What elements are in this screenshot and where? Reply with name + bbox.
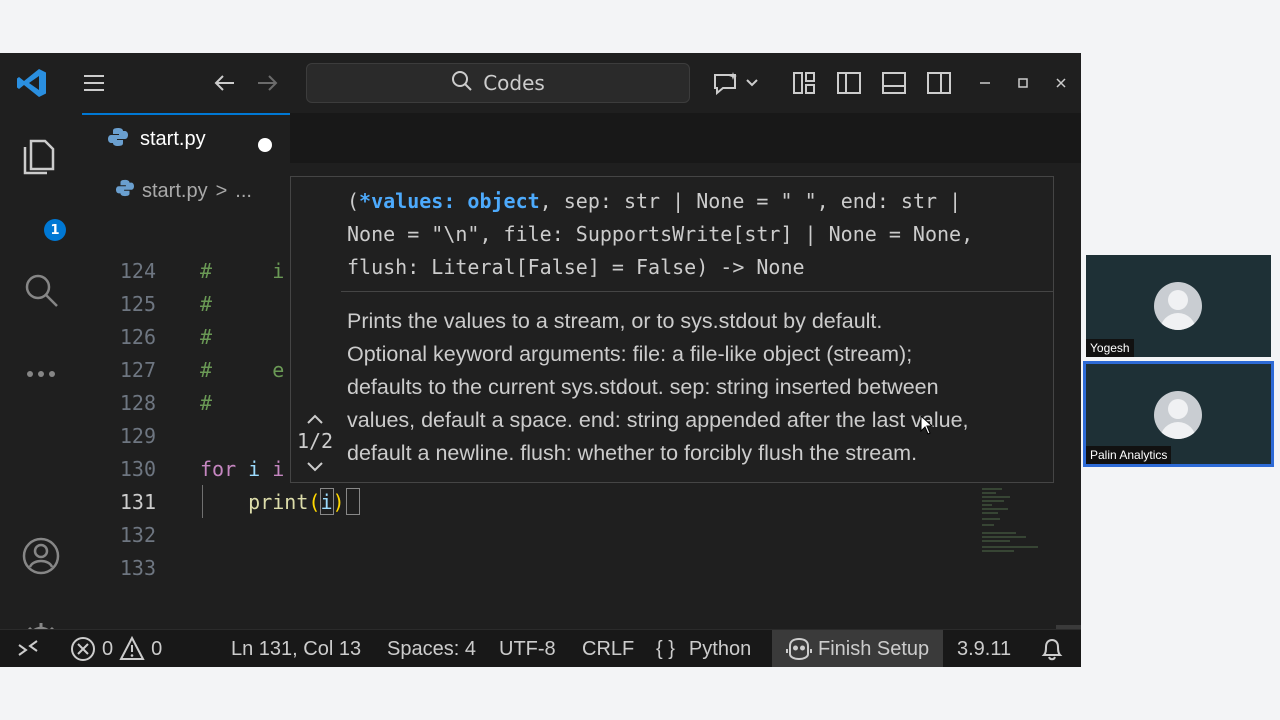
remote-indicator[interactable] [16, 630, 40, 667]
line-number: 124 [119, 258, 156, 283]
participant-name: Palin Analytics [1086, 446, 1172, 464]
doc-line: values, default a space. end: string app… [347, 408, 969, 432]
line-code: # [200, 291, 213, 316]
maximize-icon[interactable] [1010, 67, 1036, 99]
close-icon[interactable] [1048, 67, 1074, 99]
line-number: 131 [119, 489, 156, 514]
menu-icon[interactable] [78, 67, 110, 99]
command-center-search[interactable]: Codes [306, 63, 690, 103]
forward-arrow-icon[interactable] [252, 67, 284, 99]
mouse-cursor-icon [920, 414, 934, 439]
copilot-chat-icon[interactable] [708, 67, 764, 99]
status-bar: 0 0 Ln 131, Col 13 Spaces: 4 UTF-8 CRLF … [0, 629, 1081, 667]
participant-tile-yogesh[interactable]: Yogesh [1086, 255, 1271, 357]
line-number: 130 [119, 456, 156, 481]
code-line[interactable]: 133 [82, 551, 982, 584]
line-number: 129 [119, 423, 156, 448]
activity-bar: 1 [0, 113, 82, 657]
minimize-icon[interactable] [972, 67, 998, 99]
code-line[interactable]: 132 [82, 518, 982, 551]
bracket-highlight-close [346, 488, 360, 515]
search-label: Codes [483, 71, 545, 95]
line-number: 133 [119, 555, 156, 580]
line-code-for: for i i [200, 456, 285, 481]
search-icon[interactable] [20, 269, 62, 311]
language-mode[interactable]: { } Python [656, 630, 751, 667]
function-signature: (*values: object, sep: str | None = " ",… [347, 185, 1047, 284]
explorer-badge: 1 [44, 219, 66, 241]
more-icon[interactable] [20, 353, 62, 395]
search-icon [451, 70, 473, 97]
vscode-window: Codes 1 start.py start.py > ... 124 # i … [0, 53, 1081, 667]
remote-icon [18, 640, 38, 656]
explorer-icon[interactable] [20, 133, 62, 175]
doc-line: default a newline. flush: whether to for… [347, 441, 918, 465]
title-bar: Codes [0, 53, 1081, 113]
toggle-panel-icon[interactable] [878, 67, 910, 99]
problems-indicator[interactable]: 0 0 [70, 630, 162, 667]
vscode-logo-icon [14, 65, 50, 101]
back-arrow-icon[interactable] [208, 67, 240, 99]
cursor-position[interactable]: Ln 131, Col 13 [231, 630, 361, 667]
error-count: 0 [102, 637, 114, 660]
braces-icon: { } [656, 637, 675, 660]
sig-line1-rest: , sep: str | None = " ", end: str | [539, 189, 962, 213]
chevron-up-icon[interactable] [291, 407, 339, 427]
participant-tile-palin-analytics[interactable]: Palin Analytics [1083, 361, 1274, 467]
accounts-icon[interactable] [20, 535, 62, 577]
indentation[interactable]: Spaces: 4 [387, 630, 476, 667]
python-interpreter[interactable]: 3.9.11 [957, 630, 1011, 667]
copilot-icon [786, 637, 812, 661]
line-number: 127 [119, 357, 156, 382]
chevron-down-icon[interactable] [291, 455, 339, 475]
warning-icon [119, 636, 145, 660]
overload-navigator: 1/2 [291, 407, 339, 477]
participant-name: Yogesh [1086, 339, 1134, 357]
line-number: 126 [119, 324, 156, 349]
toggle-secondary-sidebar-icon[interactable] [923, 67, 955, 99]
warning-count: 0 [151, 637, 163, 660]
line-code: # [200, 390, 213, 415]
hover-divider [341, 291, 1053, 292]
avatar-icon [1154, 282, 1202, 330]
end-of-line[interactable]: CRLF [582, 630, 634, 667]
error-icon [71, 637, 95, 661]
encoding[interactable]: UTF-8 [499, 630, 556, 667]
hover-tooltip: (*values: object, sep: str | None = " ",… [290, 176, 1054, 483]
notifications-bell-icon[interactable] [1040, 630, 1064, 667]
line-code: # e [200, 357, 285, 382]
customize-layout-icon[interactable] [788, 67, 820, 99]
line-number: 132 [119, 522, 156, 547]
sig-paren: ( [347, 189, 360, 213]
line-number: 125 [119, 291, 156, 316]
function-docstring: Prints the values to a stream, or to sys… [347, 305, 1047, 470]
finish-setup-label: Finish Setup [818, 637, 930, 660]
doc-line: Prints the values to a stream, or to sys… [347, 309, 883, 333]
line-code: # i [200, 258, 285, 283]
finish-setup-button[interactable]: Finish Setup [772, 630, 944, 667]
toggle-primary-sidebar-icon[interactable] [833, 67, 865, 99]
bracket-highlight-open [320, 488, 334, 515]
doc-line: defaults to the current sys.stdout. sep:… [347, 375, 939, 399]
doc-line: Optional keyword arguments: file: a file… [347, 342, 913, 366]
avatar-icon [1154, 391, 1202, 439]
sig-highlight-param: *values: object [359, 189, 540, 213]
sig-line2: None = "\n", file: SupportsWrite[str] | … [347, 222, 974, 246]
overload-counter: 1/2 [296, 429, 334, 453]
line-number: 128 [119, 390, 156, 415]
sig-line3: flush: Literal[False] = False) -> None [347, 255, 805, 279]
language-label: Python [688, 637, 752, 660]
code-line-active[interactable]: 131 print(i) [82, 485, 982, 518]
line-code: # [200, 324, 213, 349]
minimap[interactable] [980, 485, 1042, 557]
